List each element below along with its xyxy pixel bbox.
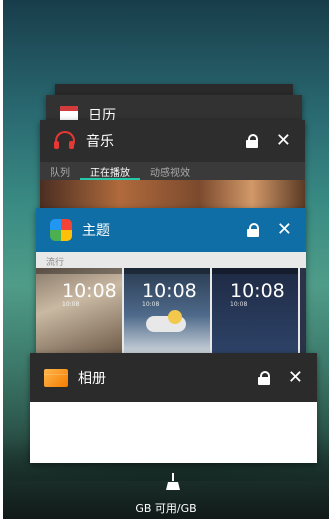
- lock-icon[interactable]: [246, 223, 259, 237]
- memory-status: GB 可用/GB: [135, 502, 197, 515]
- album-app-icon: [44, 368, 68, 387]
- close-icon[interactable]: ✕: [277, 221, 292, 239]
- recent-apps-screen: 日历 音乐 ✕ 队列 正在播放 动感视效 主题 ✕ 流行 10:08 10:08…: [3, 0, 329, 519]
- lock-icon[interactable]: [245, 134, 258, 148]
- sun-icon: [168, 310, 182, 324]
- section-label: 流行: [46, 258, 65, 268]
- clear-all-broom-icon[interactable]: [165, 473, 181, 491]
- thumb-date: 10:08: [62, 301, 80, 308]
- music-card[interactable]: 音乐 ✕ 队列 正在播放 动感视效: [40, 120, 305, 210]
- thumb-time: 10:08: [62, 280, 117, 302]
- thumb-date: 10:08: [230, 301, 248, 308]
- theme-thumb[interactable]: 10:08 10:08: [212, 268, 298, 354]
- theme-thumb[interactable]: 10:08 10:08: [36, 268, 122, 354]
- theme-title: 主题: [82, 223, 110, 239]
- theme-thumbnails: 10:08 10:08 10:08 10:08 10:08 10:08: [36, 268, 306, 354]
- music-tabs: 队列 正在播放 动感视效: [40, 162, 305, 180]
- lock-icon[interactable]: [257, 370, 270, 385]
- theme-thumb-partial[interactable]: [300, 268, 306, 354]
- close-icon[interactable]: ✕: [276, 132, 291, 150]
- thumb-date: 10:08: [142, 301, 160, 308]
- theme-card[interactable]: 主题 ✕ 流行 10:08 10:08 10:08 10:08 10:08 10…: [36, 208, 306, 354]
- music-title: 音乐: [86, 134, 114, 150]
- tab-now-playing[interactable]: 正在播放: [80, 162, 140, 180]
- tab-visualizer[interactable]: 动感视效: [140, 162, 200, 180]
- tab-queue[interactable]: 队列: [40, 162, 80, 180]
- thumb-time: 10:08: [142, 280, 197, 302]
- album-card[interactable]: 相册 ✕: [30, 353, 317, 463]
- thumb-time: 10:08: [230, 280, 285, 302]
- close-icon[interactable]: ✕: [288, 368, 303, 387]
- album-title: 相册: [78, 370, 106, 387]
- music-app-icon: [54, 130, 76, 152]
- theme-app-icon: [50, 219, 72, 241]
- album-art: [40, 180, 305, 210]
- theme-thumb[interactable]: 10:08 10:08: [124, 268, 210, 354]
